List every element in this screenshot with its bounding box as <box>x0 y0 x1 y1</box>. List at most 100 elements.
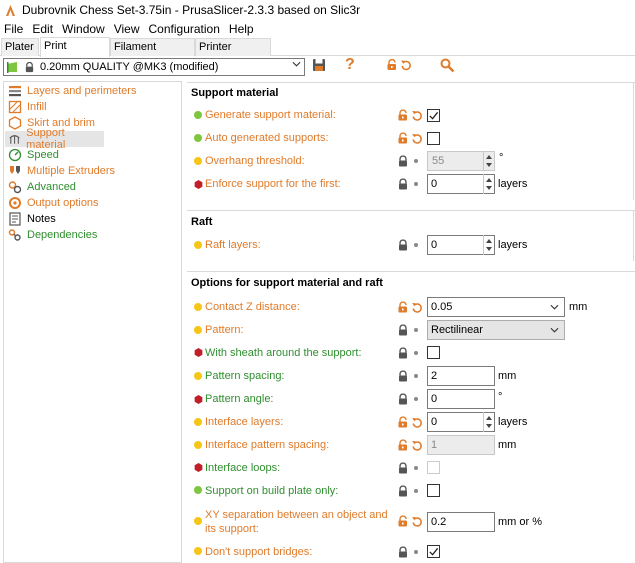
pattern-select[interactable]: Rectilinear <box>427 320 565 340</box>
menu-help[interactable]: Help <box>225 22 259 36</box>
option-label: Pattern angle: <box>205 393 274 405</box>
lock-open-icon[interactable] <box>397 515 409 528</box>
undo-arrow-icon[interactable] <box>411 416 423 429</box>
pattern-spacing-input[interactable]: 2 <box>427 366 495 386</box>
option-interface-pattern-spacing: Interface pattern spacing: 1 mm <box>191 435 635 455</box>
lock-open-icon[interactable] <box>397 132 409 145</box>
overhang-threshold-input[interactable]: 55 <box>427 151 495 171</box>
option-dont-support-bridges: Don't support bridges: <box>191 544 635 560</box>
with-sheath-checkbox[interactable] <box>427 346 440 359</box>
tab-print-settings[interactable]: Print Settings <box>40 37 110 69</box>
xy-separation-input[interactable]: 0.2 <box>427 512 495 532</box>
build-plate-only-checkbox[interactable] <box>427 484 440 497</box>
system-value-bullet <box>414 182 418 186</box>
save-preset-icon[interactable] <box>312 58 326 72</box>
input-value: 0.2 <box>431 516 447 528</box>
lock-open-icon[interactable] <box>397 109 409 122</box>
undo-arrow-icon[interactable] <box>411 301 423 314</box>
unit-label: layers <box>498 416 528 428</box>
lock-open-icon[interactable] <box>386 58 398 72</box>
lock-icon[interactable] <box>397 546 409 559</box>
nav-item-layers-perimeters[interactable]: Layers and perimeters <box>5 83 138 99</box>
nav-item-support-material[interactable]: Support material <box>5 127 104 151</box>
undo-arrow-icon[interactable] <box>411 515 423 528</box>
option-label: Support on build plate only: <box>205 485 339 497</box>
preset-value: 0.20mm QUALITY @MK3 (modified) <box>40 61 219 73</box>
option-label: Pattern: <box>205 324 244 336</box>
mode-expert-hexagon-icon <box>194 180 203 189</box>
nav-item-multiple-extruders[interactable]: Multiple Extruders <box>5 163 117 179</box>
menu-edit[interactable]: Edit <box>28 22 58 36</box>
lock-open-icon[interactable] <box>397 416 409 429</box>
chevron-down-icon <box>550 327 559 333</box>
window-title: Dubrovnik Chess Set-3.75in - PrusaSlicer… <box>22 3 361 17</box>
spin-control[interactable] <box>483 412 494 432</box>
section-separator <box>187 210 635 211</box>
undo-arrow-icon[interactable] <box>411 109 423 122</box>
tab-plater[interactable]: Plater <box>1 38 39 56</box>
lock-icon[interactable] <box>397 324 409 337</box>
nav-item-dependencies[interactable]: Dependencies <box>5 227 99 243</box>
input-value: 0 <box>431 416 438 428</box>
search-icon[interactable] <box>440 58 455 73</box>
option-label: Enforce support for the first: <box>205 178 341 190</box>
menu-view[interactable]: View <box>110 22 145 36</box>
lock-icon[interactable] <box>397 393 409 406</box>
mode-advanced-dot <box>194 303 202 311</box>
option-pattern-angle: Pattern angle: 0 ° <box>191 389 635 409</box>
preset-dropdown[interactable]: 0.20mm QUALITY @MK3 (modified) <box>3 58 305 76</box>
input-value: 0.05 <box>431 301 453 313</box>
tab-printer-settings[interactable]: Printer Settings <box>195 38 271 70</box>
nav-item-speed[interactable]: Speed <box>5 147 61 163</box>
lock-icon[interactable] <box>397 178 409 191</box>
menu-configuration[interactable]: Configuration <box>145 22 225 36</box>
lock-open-icon[interactable] <box>397 439 409 452</box>
lock-open-icon[interactable] <box>397 301 409 314</box>
nav-item-output-options[interactable]: Output options <box>5 195 101 211</box>
undo-arrow-icon[interactable] <box>400 58 412 72</box>
generate-support-checkbox[interactable] <box>427 109 440 122</box>
lock-icon[interactable] <box>397 347 409 360</box>
unit-label: mm or % <box>498 516 542 528</box>
spin-control[interactable] <box>483 151 494 171</box>
lock-icon[interactable] <box>397 485 409 498</box>
option-enforce-support: Enforce support for the first: 0 layers <box>191 174 635 194</box>
mode-advanced-dot <box>194 326 202 334</box>
system-value-bullet <box>414 159 418 163</box>
undo-arrow-icon[interactable] <box>411 439 423 452</box>
mode-advanced-dot <box>194 241 202 249</box>
spin-control[interactable] <box>483 235 494 255</box>
input-value: 1 <box>431 439 438 451</box>
undo-arrow-icon[interactable] <box>411 132 423 145</box>
nav-item-notes[interactable]: Notes <box>5 211 58 227</box>
interface-layers-input[interactable]: 0 <box>427 412 495 432</box>
lock-icon[interactable] <box>397 462 409 475</box>
raft-layers-input[interactable]: 0 <box>427 235 495 255</box>
interface-pattern-spacing-input[interactable]: 1 <box>427 435 495 455</box>
spin-control[interactable] <box>483 174 494 194</box>
tab-filament-settings[interactable]: Filament Settings <box>110 38 195 70</box>
menu-window[interactable]: Window <box>58 22 110 36</box>
speed-icon <box>8 148 22 162</box>
mode-simple-dot <box>194 111 202 119</box>
option-label: Overhang threshold: <box>205 155 305 167</box>
dont-support-bridges-checkbox[interactable] <box>427 545 440 558</box>
pattern-angle-input[interactable]: 0 <box>427 389 495 409</box>
tab-strip: Plater Print Settings Filament Settings … <box>0 37 635 70</box>
interface-loops-checkbox[interactable] <box>427 461 440 474</box>
lock-icon[interactable] <box>397 370 409 383</box>
nav-item-infill[interactable]: Infill <box>5 99 49 115</box>
option-label: Don't support bridges: <box>205 546 313 558</box>
enforce-support-input[interactable]: 0 <box>427 174 495 194</box>
menu-file[interactable]: File <box>0 22 28 36</box>
chevron-down-icon <box>550 304 559 310</box>
nav-item-advanced[interactable]: Advanced <box>5 179 78 195</box>
lock-icon[interactable] <box>397 239 409 252</box>
checkmark-icon <box>428 546 439 557</box>
auto-supports-checkbox[interactable] <box>427 132 440 145</box>
mode-expert-hexagon-icon <box>194 395 203 404</box>
help-question-icon[interactable]: ? <box>345 56 355 74</box>
lock-icon[interactable] <box>397 155 409 168</box>
input-value: Rectilinear <box>431 324 483 336</box>
contact-z-distance-combo[interactable]: 0.05 <box>427 297 565 317</box>
